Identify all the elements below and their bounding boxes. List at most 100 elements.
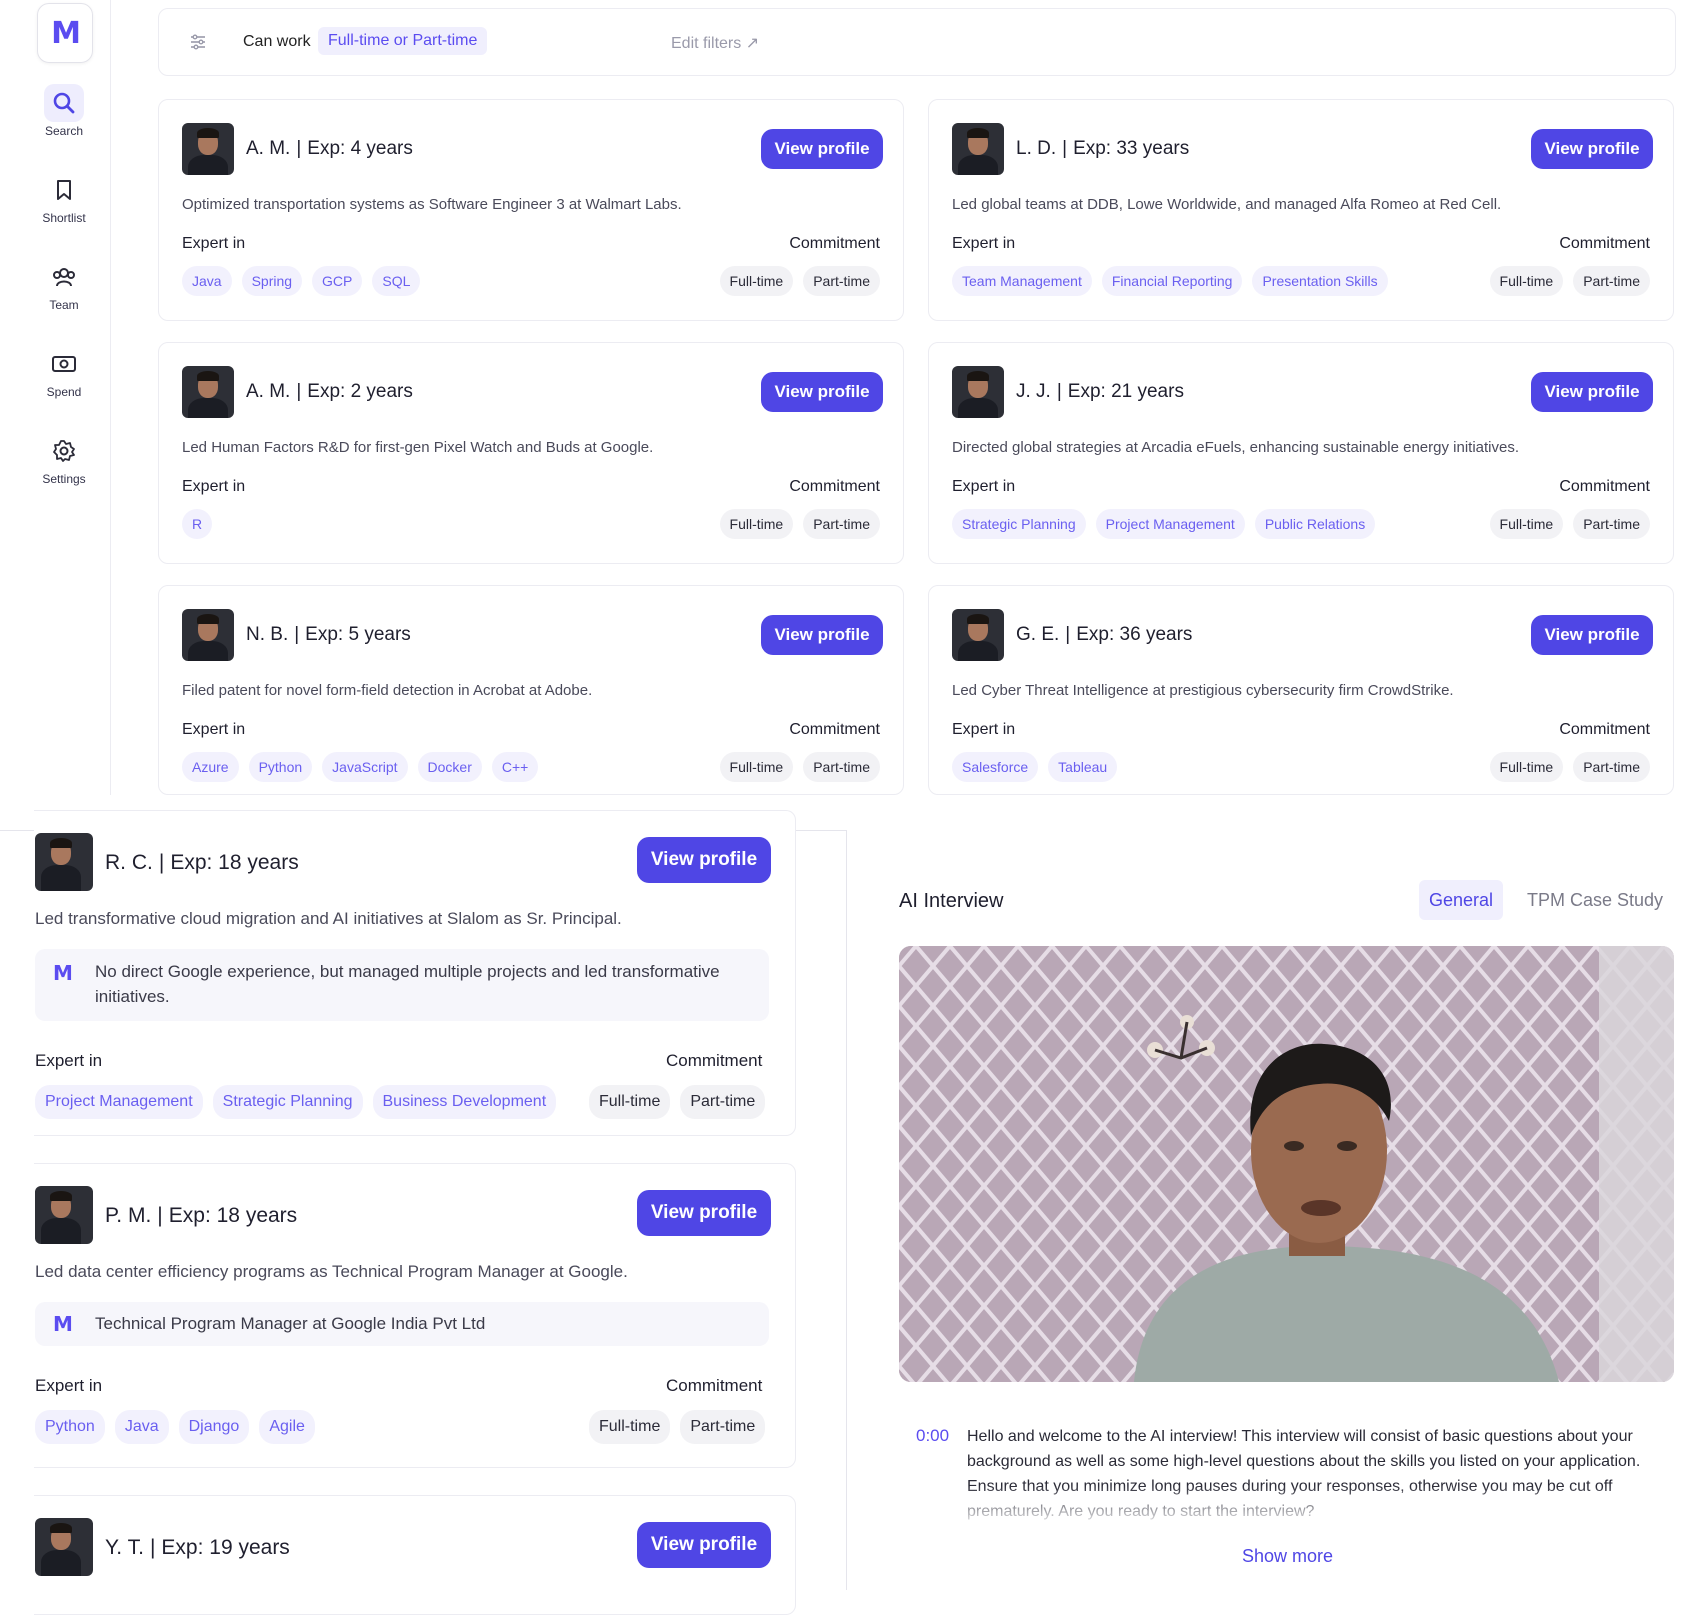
candidate-experience: Exp: 33 years	[1073, 138, 1190, 159]
commitment-chip: Part-time	[680, 1410, 766, 1444]
view-profile-button[interactable]: View profile	[637, 1522, 771, 1568]
skill-chip[interactable]: Team Management	[952, 266, 1092, 296]
candidate-initials: R. C.	[105, 851, 153, 874]
skill-chip[interactable]: Python	[248, 752, 313, 782]
sidebar-item-spend[interactable]: Spend	[20, 345, 108, 399]
app-logo[interactable]: M	[37, 3, 93, 63]
skill-chip[interactable]: Presentation Skills	[1252, 266, 1388, 296]
candidate-name: J. J. | Exp: 21 years	[1016, 381, 1184, 403]
tab-general[interactable]: General	[1419, 880, 1504, 920]
sidebar-item-label: Search	[44, 124, 84, 138]
skill-chip[interactable]: Business Development	[372, 1085, 557, 1119]
skill-chip[interactable]: Tableau	[1048, 752, 1118, 782]
sidebar-item-team[interactable]: Team	[20, 258, 108, 312]
avatar[interactable]	[182, 123, 234, 175]
candidate-experience: Exp: 2 years	[307, 381, 413, 402]
skills-list: R	[182, 509, 213, 539]
expert-in-label: Expert in	[182, 721, 246, 738]
view-profile-button[interactable]: View profile	[1531, 372, 1653, 412]
avatar[interactable]	[952, 609, 1004, 661]
view-profile-button[interactable]: View profile	[1531, 615, 1653, 655]
candidate-card: Y. T. | Exp: 19 years View profile	[34, 1495, 796, 1615]
skill-chip[interactable]: Strategic Planning	[212, 1085, 363, 1119]
commitment-chip: Part-time	[1573, 509, 1650, 539]
skills-list: Python Java Django Agile	[35, 1410, 315, 1444]
candidate-experience: Exp: 18 years	[168, 1204, 298, 1227]
view-profile-button[interactable]: View profile	[761, 129, 883, 169]
tab-tpm-case-study[interactable]: TPM Case Study	[1517, 880, 1673, 920]
commitment-label: Commitment	[1559, 235, 1650, 252]
skill-chip[interactable]: Salesforce	[952, 752, 1039, 782]
commitment-chip: Part-time	[1573, 266, 1650, 296]
candidate-experience: Exp: 5 years	[305, 624, 411, 645]
avatar[interactable]	[952, 366, 1004, 418]
skill-chip[interactable]: Python	[35, 1410, 105, 1444]
avatar[interactable]	[182, 609, 234, 661]
candidate-initials: P. M.	[105, 1204, 152, 1227]
view-profile-button[interactable]: View profile	[1531, 129, 1653, 169]
candidate-card: L. D. | Exp: 33 years View profile Led glob…	[928, 99, 1674, 321]
show-more-link[interactable]: Show more	[1242, 1546, 1333, 1567]
skill-chip[interactable]: Project Management	[1095, 509, 1245, 539]
commitment-chip: Full-time	[1489, 509, 1564, 539]
sidebar-item-search[interactable]: Search	[20, 84, 108, 138]
skill-chip[interactable]: JavaScript	[322, 752, 408, 782]
commitment-list: Full-time Part-time	[719, 509, 880, 539]
skills-list: Strategic Planning Project Management Publ…	[952, 509, 1376, 539]
avatar[interactable]	[35, 833, 93, 891]
skill-chip[interactable]: Azure	[182, 752, 239, 782]
commitment-label: Commitment	[1559, 478, 1650, 495]
skill-chip[interactable]: Java	[114, 1410, 169, 1444]
candidate-name: A. M. | Exp: 2 years	[246, 381, 413, 403]
avatar[interactable]	[952, 123, 1004, 175]
candidate-card: R. C. | Exp: 18 years View profile Led tran…	[34, 810, 796, 1136]
skill-chip[interactable]: Agile	[259, 1410, 315, 1444]
commitment-chip: Part-time	[803, 266, 880, 296]
skill-chip[interactable]: Docker	[417, 752, 482, 782]
sidebar-item-label: Shortlist	[42, 211, 86, 225]
commitment-list: Full-time Part-time	[589, 1085, 766, 1119]
filter-chip-commitment[interactable]: Full-time or Part-time	[318, 27, 488, 55]
candidate-name: Y. T. | Exp: 19 years	[105, 1536, 290, 1560]
sliders-icon[interactable]	[189, 33, 207, 56]
avatar[interactable]	[35, 1518, 93, 1576]
ai-interview-title: AI Interview	[899, 890, 1004, 912]
view-profile-button[interactable]: View profile	[761, 615, 883, 655]
sidebar-item-settings[interactable]: Settings	[20, 432, 108, 486]
bookmark-icon	[44, 171, 84, 209]
avatar[interactable]	[35, 1186, 93, 1244]
candidate-name: A. M. | Exp: 4 years	[246, 138, 413, 160]
view-profile-button[interactable]: View profile	[637, 1190, 771, 1236]
transcript-timestamp[interactable]: 0:00	[916, 1426, 949, 1446]
skill-chip[interactable]: SQL	[372, 266, 421, 296]
view-profile-button[interactable]: View profile	[637, 837, 771, 883]
candidate-experience: Exp: 18 years	[170, 851, 299, 874]
candidate-description: Led data center efficiency programs as T…	[35, 1262, 628, 1281]
commitment-chip: Part-time	[1573, 752, 1650, 782]
skill-chip[interactable]: Financial Reporting	[1101, 266, 1243, 296]
commitment-chip: Full-time	[719, 509, 794, 539]
skill-chip[interactable]: Strategic Planning	[952, 509, 1086, 539]
skill-chip[interactable]: GCP	[312, 266, 363, 296]
interview-video[interactable]	[899, 946, 1674, 1382]
commitment-chip: Full-time	[589, 1085, 671, 1119]
skill-chip[interactable]: R	[182, 509, 213, 539]
separator: |	[157, 1204, 163, 1227]
candidate-description: Optimized transportation systems as Soft…	[182, 196, 682, 213]
search-icon	[44, 84, 84, 122]
sidebar-item-shortlist[interactable]: Shortlist	[20, 171, 108, 225]
skill-chip[interactable]: Java	[182, 266, 232, 296]
avatar[interactable]	[182, 366, 234, 418]
separator: |	[149, 1536, 156, 1559]
commitment-label: Commitment	[789, 478, 880, 495]
sidebar-item-label: Spend	[46, 385, 82, 399]
edit-filters-link[interactable]: Edit filters ↗	[671, 33, 759, 53]
view-profile-button[interactable]: View profile	[761, 372, 883, 412]
commitment-chip: Part-time	[680, 1085, 766, 1119]
commitment-chip: Part-time	[803, 509, 880, 539]
skill-chip[interactable]: C++	[491, 752, 539, 782]
skill-chip[interactable]: Project Management	[35, 1085, 203, 1119]
skill-chip[interactable]: Django	[178, 1410, 250, 1444]
skill-chip[interactable]: Spring	[241, 266, 303, 296]
skill-chip[interactable]: Public Relations	[1254, 509, 1376, 539]
